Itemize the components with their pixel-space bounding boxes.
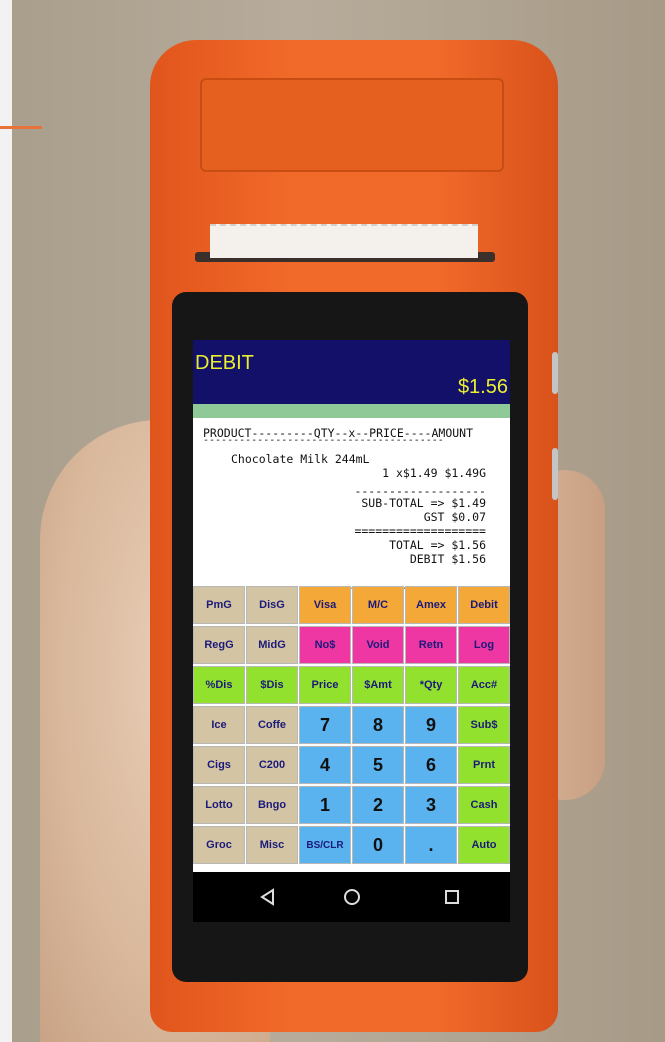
item-line: 1 x$1.49 $1.49G bbox=[382, 466, 486, 480]
key-auto[interactable]: Auto bbox=[458, 826, 510, 864]
payment-mode: DEBIT bbox=[195, 352, 254, 374]
printer-cover bbox=[200, 78, 504, 172]
key-amex[interactable]: Amex bbox=[405, 586, 457, 624]
key-backspace-clear[interactable]: BS/CLR bbox=[299, 826, 351, 864]
key-7[interactable]: 7 bbox=[299, 706, 351, 744]
key-debit[interactable]: Debit bbox=[458, 586, 510, 624]
key-misc[interactable]: Misc bbox=[246, 826, 298, 864]
gst-line: GST $0.07 bbox=[423, 510, 486, 524]
key-mc[interactable]: M/C bbox=[352, 586, 404, 624]
wall bbox=[0, 0, 12, 1042]
key-cash[interactable]: Cash bbox=[458, 786, 510, 824]
receipt-separator: =================== bbox=[354, 524, 486, 538]
keypad: PmG DisG Visa M/C Amex Debit RegG MidG N… bbox=[193, 586, 510, 872]
key-regg[interactable]: RegG bbox=[193, 626, 245, 664]
key-dollar-discount[interactable]: $Dis bbox=[246, 666, 298, 704]
key-1[interactable]: 1 bbox=[299, 786, 351, 824]
key-account[interactable]: Acc# bbox=[458, 666, 510, 704]
side-button-bottom[interactable] bbox=[552, 448, 558, 500]
key-bngo[interactable]: Bngo bbox=[246, 786, 298, 824]
key-quantity[interactable]: *Qty bbox=[405, 666, 457, 704]
key-4[interactable]: 4 bbox=[299, 746, 351, 784]
key-percent-discount[interactable]: %Dis bbox=[193, 666, 245, 704]
key-2[interactable]: 2 bbox=[352, 786, 404, 824]
key-c200[interactable]: C200 bbox=[246, 746, 298, 784]
key-8[interactable]: 8 bbox=[352, 706, 404, 744]
key-3[interactable]: 3 bbox=[405, 786, 457, 824]
key-9[interactable]: 9 bbox=[405, 706, 457, 744]
key-6[interactable]: 6 bbox=[405, 746, 457, 784]
key-amount[interactable]: $Amt bbox=[352, 666, 404, 704]
key-coffe[interactable]: Coffe bbox=[246, 706, 298, 744]
key-log[interactable]: Log bbox=[458, 626, 510, 664]
key-midg[interactable]: MidG bbox=[246, 626, 298, 664]
side-button-top[interactable] bbox=[552, 352, 558, 394]
key-disg[interactable]: DisG bbox=[246, 586, 298, 624]
debit-line: DEBIT $1.56 bbox=[409, 552, 486, 566]
item-name: Chocolate Milk 244mL bbox=[231, 452, 370, 466]
key-groc[interactable]: Groc bbox=[193, 826, 245, 864]
back-icon[interactable] bbox=[255, 884, 281, 910]
key-retn[interactable]: Retn bbox=[405, 626, 457, 664]
receipt-divider: ---------------------------------------- bbox=[203, 435, 444, 446]
total-line: TOTAL => $1.56 bbox=[389, 538, 486, 552]
key-5[interactable]: 5 bbox=[352, 746, 404, 784]
key-price[interactable]: Price bbox=[299, 666, 351, 704]
key-lotto[interactable]: Lotto bbox=[193, 786, 245, 824]
key-ice[interactable]: Ice bbox=[193, 706, 245, 744]
key-void[interactable]: Void bbox=[352, 626, 404, 664]
transaction-header: DEBIT $1.56 bbox=[193, 340, 510, 404]
header-band bbox=[193, 404, 510, 418]
key-no-sale[interactable]: No$ bbox=[299, 626, 351, 664]
key-subtotal[interactable]: Sub$ bbox=[458, 706, 510, 744]
android-nav-bar bbox=[193, 872, 510, 922]
key-0[interactable]: 0 bbox=[352, 826, 404, 864]
key-cigs[interactable]: Cigs bbox=[193, 746, 245, 784]
subtotal-line: SUB-TOTAL => $1.49 bbox=[361, 496, 486, 510]
key-print[interactable]: Prnt bbox=[458, 746, 510, 784]
key-visa[interactable]: Visa bbox=[299, 586, 351, 624]
screen: DEBIT $1.56 PRODUCT---------QTY--x--PRIC… bbox=[193, 340, 510, 872]
total-amount: $1.56 bbox=[457, 376, 508, 398]
key-pmg[interactable]: PmG bbox=[193, 586, 245, 624]
key-decimal[interactable]: . bbox=[405, 826, 457, 864]
wall-stripe bbox=[0, 126, 42, 129]
receipt-paper bbox=[210, 224, 478, 258]
recents-icon[interactable] bbox=[439, 884, 465, 910]
home-icon[interactable] bbox=[339, 884, 365, 910]
